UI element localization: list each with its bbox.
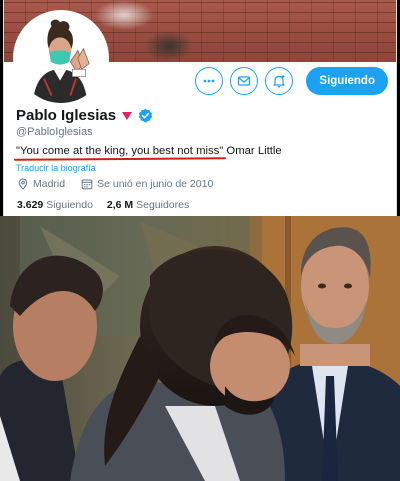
profile-joined-date: Se unió en junio de 2010 <box>97 178 214 190</box>
message-button[interactable] <box>230 67 259 95</box>
profile-handle: @PabloIglesias <box>16 126 93 138</box>
translate-bio-link[interactable]: Traducir la biografía <box>16 163 96 173</box>
more-button[interactable] <box>195 67 224 95</box>
following-stat[interactable]: 3.629 Siguiendo <box>17 199 93 211</box>
profile-actions: Siguiendo <box>195 67 388 95</box>
profile-meta: Madrid Se unió en junio de 2010 <box>17 178 213 190</box>
avatar-illustration-icon <box>16 13 106 103</box>
calendar-icon <box>81 179 93 190</box>
profile-bio: "You come at the king, you best not miss… <box>13 145 282 161</box>
bio-author: Omar Little <box>223 145 282 157</box>
party-triangle-icon <box>122 111 133 120</box>
twitter-profile-card: Siguiendo Pablo Iglesias @PabloIglesias … <box>3 0 397 216</box>
profile-name-row: Pablo Iglesias <box>16 107 153 124</box>
bell-plus-icon <box>273 75 286 88</box>
news-photo <box>0 216 400 481</box>
followers-stat[interactable]: 2,6 M Seguidores <box>107 199 189 211</box>
mail-icon <box>238 76 251 86</box>
news-photo-image <box>0 216 400 481</box>
location-icon <box>18 178 28 190</box>
notifications-button[interactable] <box>265 67 294 95</box>
more-icon <box>204 79 215 83</box>
profile-name: Pablo Iglesias <box>16 107 117 124</box>
bio-quote: "You come at the king, you best not miss… <box>13 145 227 161</box>
red-underline <box>13 157 227 161</box>
following-button[interactable]: Siguiendo <box>306 67 388 95</box>
profile-avatar[interactable] <box>13 10 109 106</box>
verified-badge-icon <box>138 108 153 123</box>
profile-stats: 3.629 Siguiendo 2,6 M Seguidores <box>17 199 189 211</box>
profile-location: Madrid <box>33 178 66 190</box>
